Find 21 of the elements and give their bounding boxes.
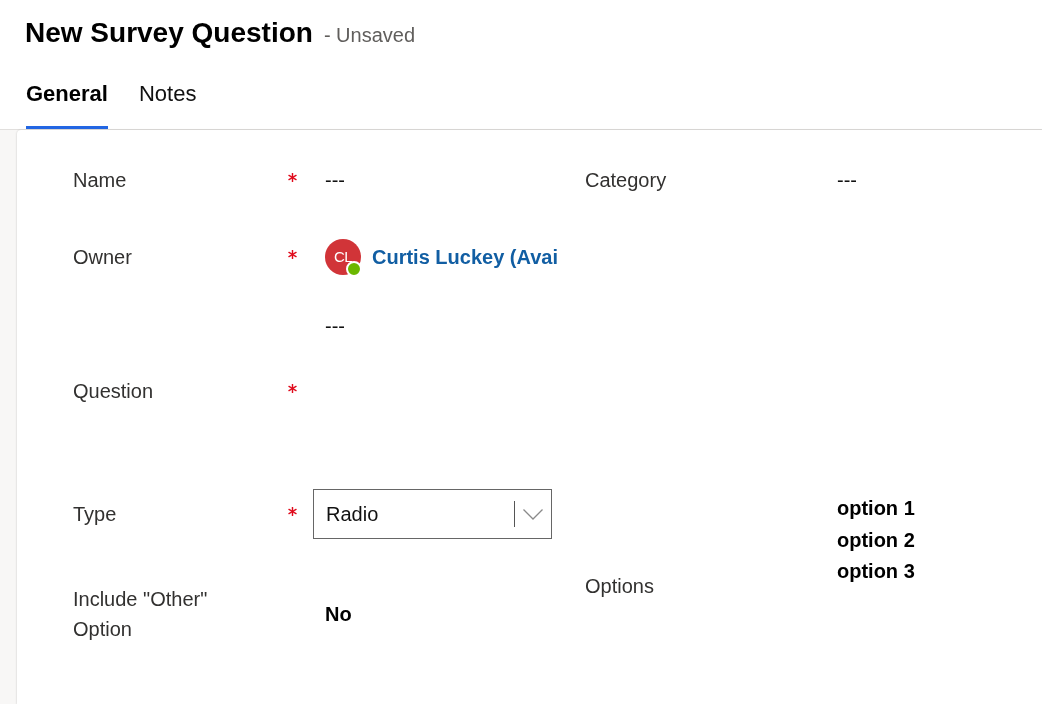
tab[interactable]: Notes bbox=[138, 70, 197, 129]
field-value: --- bbox=[836, 167, 857, 193]
field-label: Question bbox=[73, 379, 154, 404]
field-label: Include "Other" Option bbox=[73, 587, 209, 642]
field-value: No bbox=[324, 602, 352, 627]
owner-link[interactable]: Curtis Luckey (Avai bbox=[372, 241, 558, 272]
avatar: CL bbox=[325, 238, 361, 275]
field-label: Options bbox=[585, 574, 654, 599]
type-dropdown[interactable]: Radio bbox=[313, 489, 552, 539]
save-status: - Unsaved bbox=[323, 24, 416, 47]
field-label: Type bbox=[73, 502, 117, 527]
option-value: option 2 bbox=[837, 527, 915, 553]
field-label: Category bbox=[585, 167, 667, 193]
option-value: option 1 bbox=[837, 496, 915, 521]
field-label: Name bbox=[73, 167, 127, 193]
page-title: New Survey Question bbox=[25, 16, 313, 50]
option-value: option 3 bbox=[837, 559, 915, 584]
field-label: Owner bbox=[73, 244, 132, 270]
chevron-down-icon bbox=[523, 508, 543, 520]
field-value: --- bbox=[324, 313, 345, 339]
field-value: --- bbox=[324, 167, 345, 193]
